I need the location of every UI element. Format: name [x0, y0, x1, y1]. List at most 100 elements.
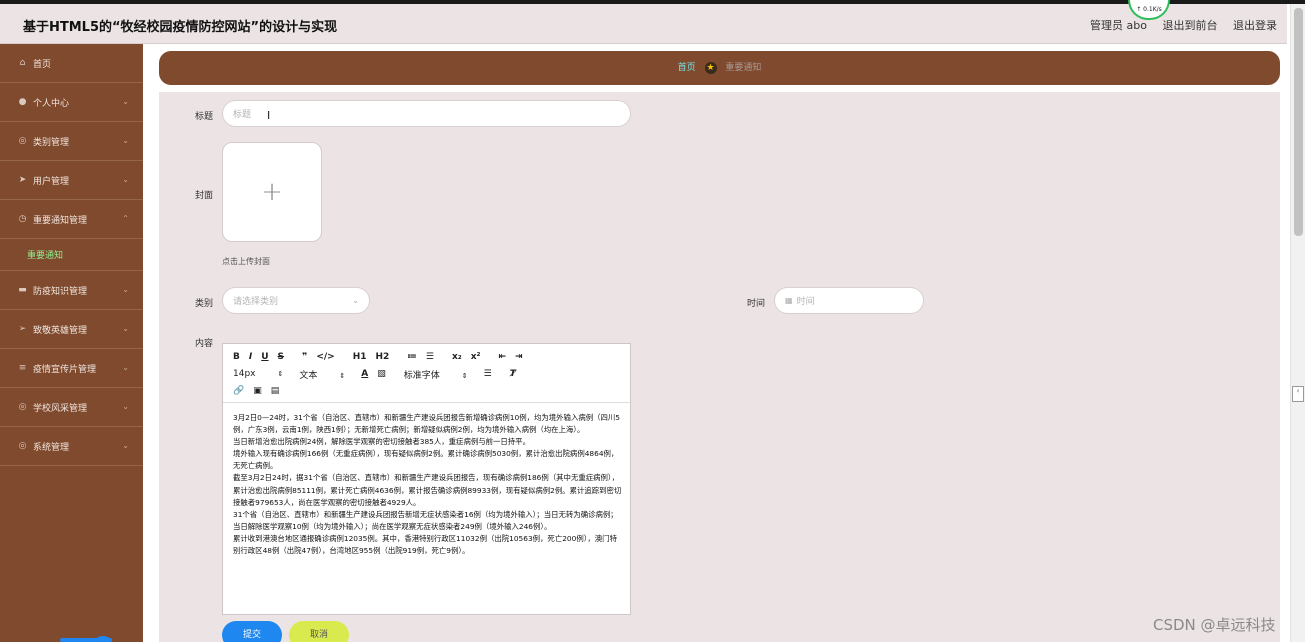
breadcrumb: 首页 ★ 重要通知 — [159, 51, 1280, 85]
font-size-select[interactable]: 14px ⇕ — [233, 369, 283, 379]
text-style-value: 文本 — [299, 370, 318, 381]
title-input[interactable]: 标题 — [222, 100, 631, 127]
title-label: 标题 — [195, 112, 214, 122]
bullet-list-button[interactable]: ☰ — [426, 352, 434, 362]
page-scrollbar[interactable] — [1290, 4, 1305, 642]
link-icon[interactable]: 🔗 — [233, 386, 244, 396]
content-paragraph: 累计收到港澳台地区通报确诊病例12035例。其中，香港特别行政区11032例（出… — [233, 533, 617, 556]
chevron-down-icon: ⌄ — [122, 97, 129, 106]
toolbar-row-style: 14px ⇕ 文本 ⇕ A ▧ 标准字体 ⇕ ☰ T̷ — [233, 366, 525, 382]
site-title: 基于HTML5的“牧经校园疫情防控网站”的设计与实现 — [23, 20, 338, 35]
sidebar-item-label: 个人中心 — [33, 98, 70, 109]
bold-button[interactable]: B — [233, 352, 240, 362]
chevron-up-icon: ⌃ — [122, 214, 129, 223]
indent-button[interactable]: ⇥ — [515, 352, 523, 362]
chevron-down-icon: ⌄ — [122, 402, 129, 411]
sidebar-item-knowledge-management[interactable]: ▬ 防疫知识管理 ⌄ — [0, 271, 143, 310]
underline-button[interactable]: U — [261, 352, 268, 362]
heading1-button[interactable]: H1 — [353, 352, 367, 362]
home-icon: ⌂ — [19, 58, 26, 68]
sidebar-item-label: 类别管理 — [33, 137, 70, 148]
content-label: 内容 — [195, 339, 214, 349]
header-actions: 管理员 abo 退出到前台 退出登录 — [1078, 17, 1277, 33]
sidebar-item-video-management[interactable]: ≡ 疫情宣传片管理 ⌄ — [0, 349, 143, 388]
sidebar-item-home[interactable]: ⌂ 首页 — [0, 44, 143, 83]
italic-button[interactable]: I — [249, 352, 252, 362]
sidebar-item-label: 系统管理 — [33, 442, 70, 453]
editor-content[interactable]: 3月2日0—24时，31个省（自治区、直辖市）和新疆生产建设兵团报告新增确诊病例… — [233, 412, 623, 557]
text-style-select[interactable]: 文本 ⇕ — [299, 368, 345, 381]
sidebar-item-notice-management[interactable]: ◷ 重要通知管理 ⌃ — [0, 200, 143, 239]
rich-text-editor[interactable]: B I U S ❞ </> H1 H2 ≔ ☰ x₂ x² ⇤ ⇥ 14px ⇕… — [222, 343, 631, 615]
superscript-button[interactable]: x² — [471, 352, 481, 362]
sidebar-item-personal-center[interactable]: ● 个人中心 ⌄ — [0, 83, 143, 122]
content-paragraph: 当日新增治愈出院病例24例，解除医学观察的密切接触者385人，重症病例与前一日持… — [233, 437, 530, 447]
main-content: 首页 ★ 重要通知 标题 标题 I 封面 + 点击上传封面 类别 请选择类别 ⌄… — [143, 44, 1287, 642]
top-header: 基于HTML5的“牧经校园疫情防控网站”的设计与实现 管理员 abo 退出到前台… — [0, 4, 1287, 44]
back-to-front-link[interactable]: 退出到前台 — [1163, 19, 1218, 32]
heading2-button[interactable]: H2 — [376, 352, 390, 362]
category-select[interactable]: 请选择类别 ⌄ — [222, 287, 370, 314]
toolbar-row-format: B I U S ❞ </> H1 H2 ≔ ☰ x₂ x² ⇤ ⇥ — [233, 349, 532, 365]
sidebar-item-campus-management[interactable]: ◎ 学校风采管理 ⌄ — [0, 388, 143, 427]
ordered-list-button[interactable]: ≔ — [407, 352, 417, 362]
calendar-icon: ▦ — [785, 296, 793, 305]
send-icon: ➤ — [18, 175, 27, 185]
logout-link[interactable]: 退出登录 — [1233, 19, 1277, 32]
list-icon: ≡ — [18, 363, 27, 373]
watermark: CSDN @卓远科技 — [1153, 616, 1276, 634]
content-paragraph: 3月2日0—24时，31个省（自治区、直辖市）和新疆生产建设兵团报告新增确诊病例… — [233, 413, 620, 435]
chevron-down-icon: ⌄ — [122, 175, 129, 184]
settings-icon: ◎ — [18, 441, 27, 451]
font-family-select[interactable]: 标准字体 ⇕ — [404, 368, 468, 381]
sidebar-subitem-important-notice[interactable]: 重要通知 — [0, 239, 143, 271]
category-placeholder: 请选择类别 — [233, 297, 279, 307]
code-block-button[interactable]: </> — [316, 352, 334, 362]
chevron-down-icon: ⌄ — [122, 441, 129, 450]
sidebar-item-system-management[interactable]: ◎ 系统管理 ⌄ — [0, 427, 143, 466]
app-root: 基于HTML5的“牧经校园疫情防控网站”的设计与实现 管理员 abo 退出到前台… — [0, 0, 1305, 642]
cover-upload-button[interactable]: + — [222, 142, 322, 242]
sidebar-item-hero-management[interactable]: ➢ 致敬英雄管理 ⌄ — [0, 310, 143, 349]
sidebar-item-label: 防疫知识管理 — [33, 286, 88, 297]
background-color-button[interactable]: ▧ — [377, 369, 386, 379]
chevron-down-icon: ⌄ — [122, 285, 129, 294]
time-label: 时间 — [747, 299, 766, 309]
blockquote-button[interactable]: ❞ — [302, 352, 307, 362]
sidebar-item-category-management[interactable]: ◎ 类别管理 ⌄ — [0, 122, 143, 161]
compass-icon: ◎ — [18, 402, 27, 412]
strike-button[interactable]: S — [278, 352, 284, 362]
sidebar-item-user-management[interactable]: ➤ 用户管理 ⌄ — [0, 161, 143, 200]
time-picker[interactable]: ▦ 时间 — [774, 287, 924, 314]
slider-knob[interactable] — [96, 636, 110, 642]
toolbar-row-insert: 🔗 ▣ ▤ — [233, 383, 288, 399]
outdent-button[interactable]: ⇤ — [498, 352, 506, 362]
video-icon[interactable]: ▤ — [271, 386, 280, 396]
font-color-button[interactable]: A — [361, 369, 368, 379]
breadcrumb-home-link[interactable]: 首页 — [678, 63, 696, 73]
scrollbar-thumb[interactable] — [1294, 8, 1303, 236]
subscript-button[interactable]: x₂ — [452, 352, 462, 362]
cancel-button[interactable]: 取消 — [289, 621, 349, 642]
category-icon: ◎ — [18, 136, 27, 146]
clock-icon: ◷ — [18, 214, 27, 224]
sidebar-item-label: 重要通知管理 — [33, 215, 88, 226]
editor-toolbar: B I U S ❞ </> H1 H2 ≔ ☰ x₂ x² ⇤ ⇥ 14px ⇕… — [223, 344, 630, 403]
image-icon[interactable]: ▣ — [253, 386, 262, 396]
chevron-down-icon: ⌄ — [122, 324, 129, 333]
star-icon: ★ — [704, 61, 717, 74]
clear-format-button[interactable]: T̷ — [510, 369, 516, 379]
sidebar-item-label: 用户管理 — [33, 176, 70, 187]
navigation-icon: ➢ — [18, 324, 27, 334]
content-paragraph: 31个省（自治区、直辖市）和新疆生产建设兵团报告新增无症状感染者16例（均为境外… — [233, 509, 618, 531]
font-size-value: 14px — [233, 369, 256, 379]
updown-icon: ⇕ — [461, 371, 468, 380]
submit-button[interactable]: 提交 — [222, 621, 282, 642]
expand-handle-icon[interactable]: ‹ — [1292, 386, 1304, 402]
sidebar-item-label: 疫情宣传片管理 — [33, 364, 97, 375]
plus-icon: + — [261, 177, 283, 207]
user-icon: ● — [18, 97, 27, 107]
chevron-down-icon: ⌄ — [352, 296, 359, 305]
updown-icon: ⇕ — [339, 371, 346, 380]
align-button[interactable]: ☰ — [484, 369, 492, 379]
